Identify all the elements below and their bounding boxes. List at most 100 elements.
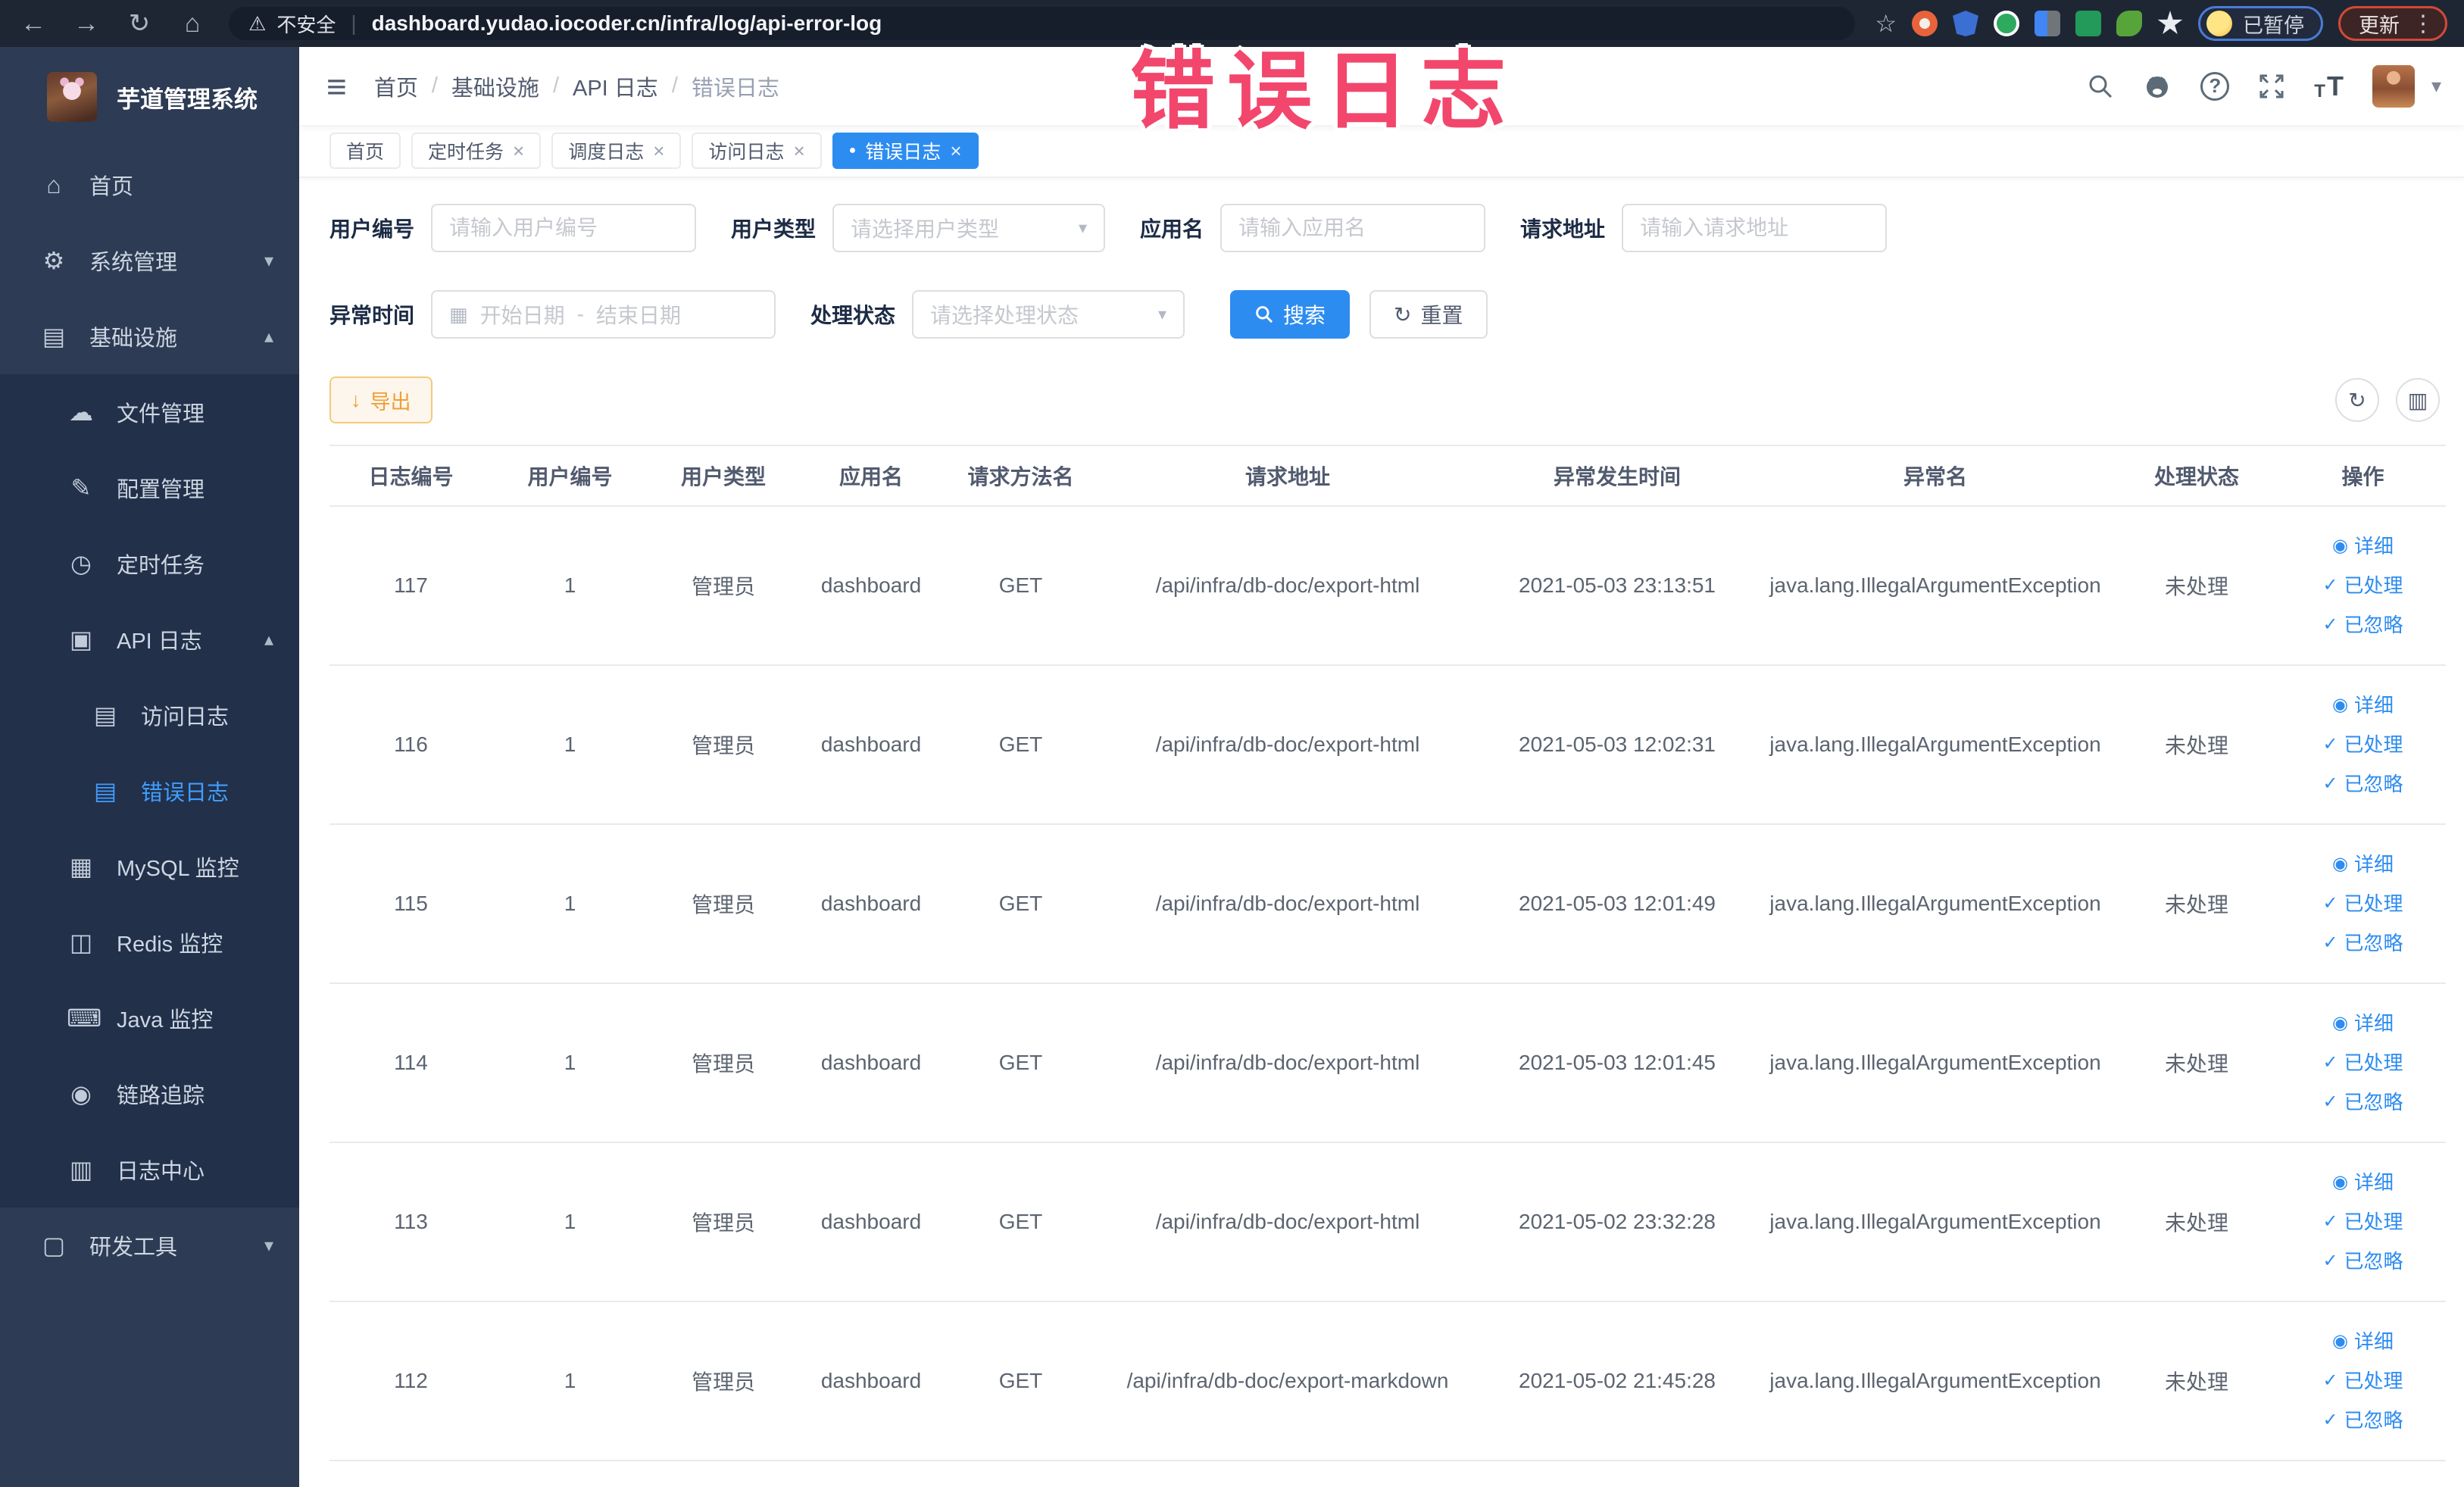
github-icon[interactable] — [2143, 72, 2172, 101]
detail-link[interactable]: ◉ 详细 — [2280, 1004, 2446, 1043]
tab-schedule-log[interactable]: 调度日志 × — [551, 133, 682, 169]
export-button[interactable]: ↓ 导出 — [329, 376, 433, 423]
stack-icon: ◫ — [69, 929, 93, 956]
mark-ignored-link[interactable]: ✓ 已忽略 — [2280, 764, 2446, 804]
close-icon[interactable]: × — [513, 139, 524, 163]
mark-processed-link[interactable]: ✓ 已处理 — [2280, 725, 2446, 764]
detail-link[interactable]: ◉ 详细 — [2280, 1322, 2446, 1361]
check-icon: ✓ — [2322, 1211, 2338, 1232]
sidebar-item-mysql-monitor[interactable]: ▦ MySQL 监控 — [0, 829, 299, 904]
mark-processed-link[interactable]: ✓ 已处理 — [2280, 1043, 2446, 1082]
browser-forward-icon[interactable]: → — [70, 7, 103, 40]
close-icon[interactable]: × — [793, 139, 804, 163]
browser-menu-dots-icon[interactable]: ⋮ — [2412, 11, 2434, 37]
font-size-icon[interactable]: T T — [2314, 70, 2344, 102]
sidebar-item-infrastructure[interactable]: ▤ 基础设施 ▴ — [0, 298, 299, 374]
exception-name-cell: java.lang.IllegalArgumentException — [1757, 665, 2113, 825]
browser-home-icon[interactable]: ⌂ — [176, 7, 209, 40]
mark-ignored-link[interactable]: ✓ 已忽略 — [2280, 923, 2446, 963]
exception-time-cell: 2021-05-02 21:45:28 — [1477, 1301, 1757, 1461]
browser-update-button[interactable]: 更新 ⋮ — [2338, 6, 2447, 41]
sidebar-item-redis-monitor[interactable]: ◫ Redis 监控 — [0, 904, 299, 980]
sidebar-item-log-center[interactable]: ▥ 日志中心 — [0, 1132, 299, 1207]
user-type-cell: 管理员 — [648, 1301, 799, 1461]
security-label[interactable]: 不安全 — [276, 10, 336, 38]
breadcrumb-item[interactable]: 首页 — [374, 70, 418, 102]
browser-extension-icon[interactable] — [2116, 11, 2142, 36]
search-button[interactable]: 搜索 — [1230, 290, 1351, 339]
sidebar-item-system-management[interactable]: ⚙ 系统管理 ▾ — [0, 223, 299, 298]
process-status-select[interactable]: 请选择处理状态 ▾ — [912, 290, 1185, 339]
breadcrumb-item[interactable]: 基础设施 — [451, 70, 539, 102]
address-bar[interactable]: ⚠ 不安全 | dashboard.yudao.iocoder.cn/infra… — [229, 7, 1856, 40]
mark-ignored-link[interactable]: ✓ 已忽略 — [2280, 1401, 2446, 1440]
help-icon[interactable]: ? — [2200, 71, 2230, 101]
mark-ignored-link[interactable]: ✓ 已忽略 — [2280, 1242, 2446, 1281]
page-content: 用户编号 用户类型 请选择用户类型 ▾ 应用名 — [299, 178, 2464, 1487]
browser-extension-icon[interactable] — [2035, 11, 2060, 36]
user-type-select[interactable]: 请选择用户类型 ▾ — [832, 204, 1106, 252]
browser-extension-icon[interactable] — [2075, 11, 2101, 36]
tab-access-log[interactable]: 访问日志 × — [692, 133, 822, 169]
navbar-actions: ? T T ▾ — [2087, 64, 2441, 108]
bookmark-star-icon[interactable]: ☆ — [1875, 9, 1897, 38]
browser-extension-icon[interactable] — [1912, 11, 1938, 36]
search-icon[interactable] — [2087, 73, 2114, 100]
detail-link[interactable]: ◉ 详细 — [2280, 686, 2446, 725]
close-icon[interactable]: × — [950, 139, 961, 163]
column-header: 应用名 — [799, 445, 943, 507]
mark-ignored-link[interactable]: ✓ 已忽略 — [2280, 605, 2446, 645]
detail-link[interactable]: ◉ 详细 — [2280, 845, 2446, 884]
detail-link[interactable]: ◉ 详细 — [2280, 526, 2446, 566]
reset-button[interactable]: ↻ 重置 — [1369, 290, 1488, 339]
sidebar-item-scheduled-jobs[interactable]: ◷ 定时任务 — [0, 526, 299, 601]
browser-extensions-menu-icon[interactable] — [2157, 11, 2183, 34]
browser-back-icon[interactable]: ← — [17, 7, 50, 40]
paused-label: 已暂停 — [2243, 14, 2304, 37]
sidebar-item-home[interactable]: ⌂ 首页 — [0, 147, 299, 223]
app-name-input[interactable] — [1238, 216, 1468, 240]
sidebar-item-access-log[interactable]: ▤ 访问日志 — [0, 677, 299, 753]
mark-processed-link[interactable]: ✓ 已处理 — [2280, 566, 2446, 605]
user-avatar[interactable] — [2372, 64, 2415, 108]
close-icon[interactable]: × — [653, 139, 664, 163]
mark-processed-link[interactable]: ✓ 已处理 — [2280, 1361, 2446, 1401]
tab-scheduled-jobs[interactable]: 定时任务 × — [411, 133, 542, 169]
fullscreen-icon[interactable] — [2258, 73, 2285, 100]
sidebar-item-config-management[interactable]: ✎ 配置管理 — [0, 450, 299, 526]
user-type-label: 用户类型 — [731, 217, 817, 241]
refresh-button[interactable]: ↻ — [2335, 378, 2379, 422]
app-name-field-wrap — [1220, 204, 1486, 252]
user-menu-caret-icon[interactable]: ▾ — [2431, 74, 2441, 98]
column-settings-button[interactable]: ▥ — [2396, 378, 2440, 422]
tab-error-log[interactable]: ● 错误日志 × — [832, 133, 979, 169]
mark-processed-link[interactable]: ✓ 已处理 — [2280, 884, 2446, 923]
page-url[interactable]: dashboard.yudao.iocoder.cn/infra/log/api… — [372, 11, 882, 36]
sidebar-item-file-management[interactable]: ☁ 文件管理 — [0, 374, 299, 450]
eye-icon: ◉ — [2332, 1013, 2348, 1033]
sidebar-item-api-log[interactable]: ▣ API 日志 ▴ — [0, 601, 299, 677]
cloud-icon: ☁ — [69, 398, 93, 426]
eye-icon: ◉ — [2332, 854, 2348, 874]
profile-paused-badge[interactable]: 已暂停 — [2198, 6, 2323, 41]
browser-extension-icon[interactable] — [1953, 11, 1978, 36]
mark-ignored-link[interactable]: ✓ 已忽略 — [2280, 1082, 2446, 1122]
column-header: 日志编号 — [329, 445, 492, 507]
detail-link[interactable]: ◉ 详细 — [2280, 1163, 2446, 1202]
request-url-input[interactable] — [1640, 216, 1869, 240]
mark-processed-link[interactable]: ✓ 已处理 — [2280, 1202, 2446, 1242]
log-icon: ▣ — [69, 626, 93, 653]
exception-time-range-picker[interactable]: ▦ 开始日期 - 结束日期 — [431, 290, 776, 339]
app-name-label: 应用名 — [1140, 217, 1204, 241]
tab-home[interactable]: 首页 — [329, 133, 401, 169]
table-row: 117 1 管理员 dashboard GET /api/infra/db-do… — [329, 506, 2446, 666]
sidebar-item-dev-tools[interactable]: ▢ 研发工具 ▾ — [0, 1207, 299, 1283]
browser-reload-icon[interactable]: ↻ — [123, 7, 156, 40]
collapse-sidebar-icon[interactable]: ≡ — [326, 66, 347, 107]
sidebar-item-trace[interactable]: ◉ 链路追踪 — [0, 1056, 299, 1132]
sidebar-item-java-monitor[interactable]: ⌨ Java 监控 — [0, 980, 299, 1056]
breadcrumb-item[interactable]: API 日志 — [573, 70, 658, 102]
user-id-input[interactable] — [449, 216, 679, 240]
sidebar-item-error-log[interactable]: ▤ 错误日志 — [0, 753, 299, 829]
browser-extension-icon[interactable] — [1994, 11, 2019, 36]
